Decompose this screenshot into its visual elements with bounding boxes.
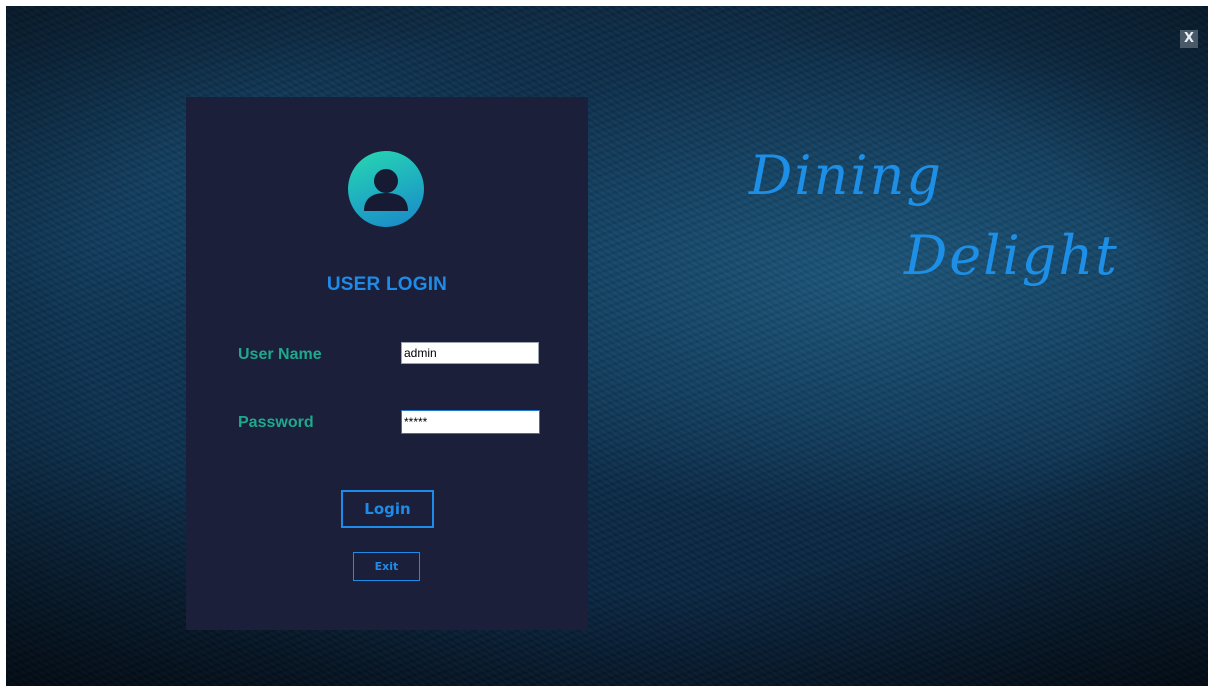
exit-button[interactable]: Exit [353, 552, 420, 581]
login-panel: USER LOGIN User Name Password Login Exit [186, 97, 588, 630]
username-label: User Name [238, 346, 322, 363]
brand-title-line1: Dining [749, 144, 943, 207]
login-button[interactable]: Login [341, 490, 434, 528]
user-avatar-icon [348, 151, 424, 227]
login-window: X USER LOGIN User Name Password Login Ex… [6, 6, 1208, 686]
user-silhouette-icon [364, 169, 408, 211]
login-title: USER LOGIN [326, 274, 448, 295]
password-field[interactable] [401, 410, 540, 434]
close-button[interactable]: X [1180, 30, 1198, 48]
brand-title-line2: Delight [904, 224, 1119, 287]
password-label: Password [238, 414, 314, 431]
username-field[interactable] [401, 342, 539, 364]
